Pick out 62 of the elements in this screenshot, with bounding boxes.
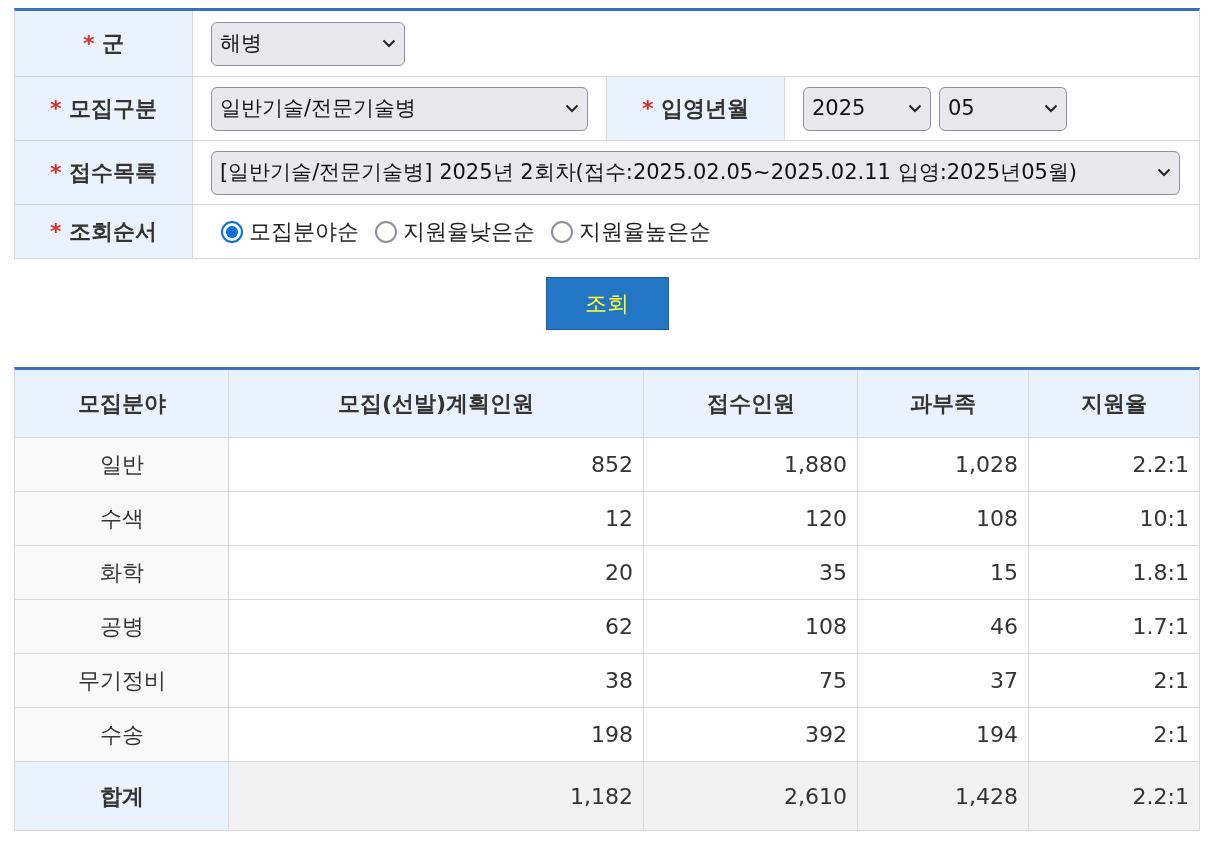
- column-header: 접수인원: [706, 390, 795, 418]
- chevron-down-icon: [908, 104, 922, 113]
- field-label: * 모집구분: [49, 95, 158, 123]
- field-label: * 접수목록: [49, 159, 158, 187]
- table-cell-text: 35: [819, 559, 847, 587]
- table-cell-text: 2,610: [784, 782, 847, 811]
- dropdown[interactable]: [일반기술/전문기술병] 2025년 2회차(접수:2025.02.05~2025.02.11 입영:2025년05월): [211, 150, 1180, 195]
- table-cell-text: 108: [805, 613, 847, 641]
- table-cell-text: 2.2:1: [1132, 451, 1189, 479]
- table-cell-text: 46: [990, 613, 1018, 641]
- table-cell-text: 1.8:1: [1132, 559, 1189, 587]
- table-cell-text: 1,880: [784, 451, 847, 479]
- table-cell-text: 공병: [99, 613, 144, 641]
- field-label: * 군: [82, 30, 125, 58]
- table-cell-text: 화학: [99, 559, 144, 587]
- chevron-down-icon: [565, 104, 579, 113]
- table-cell-text: 15: [990, 559, 1018, 587]
- table-cell-text: 62: [605, 613, 633, 641]
- table-cell-text: 108: [976, 505, 1018, 533]
- radio-label: 지원율높은순: [579, 218, 711, 246]
- radio-label: 모집분야순: [249, 218, 359, 246]
- table-cell-text: 수송: [99, 721, 144, 749]
- dropdown[interactable]: 일반기술/전문기술병: [211, 86, 588, 131]
- table-cell-text: 37: [990, 667, 1018, 695]
- table-cell-text: 2:1: [1153, 721, 1189, 749]
- table-cell-text: 392: [805, 721, 847, 749]
- table-cell-text: 38: [605, 667, 633, 695]
- table-cell-text: 2.2:1: [1132, 782, 1189, 811]
- table-cell-text: 일반: [99, 451, 144, 479]
- dropdown[interactable]: 2025: [803, 86, 931, 131]
- table-cell-text: 1,182: [570, 782, 633, 811]
- table-cell-text: 1,028: [955, 451, 1018, 479]
- column-header: 모집(선발)계획인원: [337, 390, 535, 418]
- column-header: 모집분야: [77, 390, 166, 418]
- table-cell-text: 합계: [99, 782, 144, 811]
- table-cell-text: 198: [591, 721, 633, 749]
- field-label: * 입영년월: [641, 95, 750, 123]
- table-cell-text: 2:1: [1153, 667, 1189, 695]
- column-header: 지원율: [1081, 390, 1147, 418]
- search-button[interactable]: 조회: [545, 277, 669, 330]
- table-cell-text: 수색: [99, 505, 144, 533]
- table-cell-text: 75: [819, 667, 847, 695]
- radio-button[interactable]: [375, 220, 397, 243]
- table-cell-text: 무기정비: [77, 667, 166, 695]
- table-cell-text: 20: [605, 559, 633, 587]
- table-cell-text: 10:1: [1139, 505, 1189, 533]
- table-cell-text: 12: [605, 505, 633, 533]
- chevron-down-icon: [1044, 104, 1058, 113]
- field-label: * 조회순서: [49, 218, 158, 246]
- table-cell-text: 1.7:1: [1132, 613, 1189, 641]
- chevron-down-icon: [1157, 168, 1171, 177]
- radio-button[interactable]: [221, 220, 243, 243]
- chevron-down-icon: [382, 39, 396, 48]
- column-header: 과부족: [910, 390, 976, 418]
- dropdown[interactable]: 해병: [211, 21, 405, 66]
- dropdown[interactable]: 05: [939, 86, 1067, 131]
- table-cell-text: 120: [805, 505, 847, 533]
- table-cell-text: 194: [976, 721, 1018, 749]
- table-cell-text: 852: [591, 451, 633, 479]
- radio-label: 지원율낮은순: [403, 218, 535, 246]
- table-cell-text: 1,428: [955, 782, 1018, 811]
- radio-button[interactable]: [551, 220, 573, 243]
